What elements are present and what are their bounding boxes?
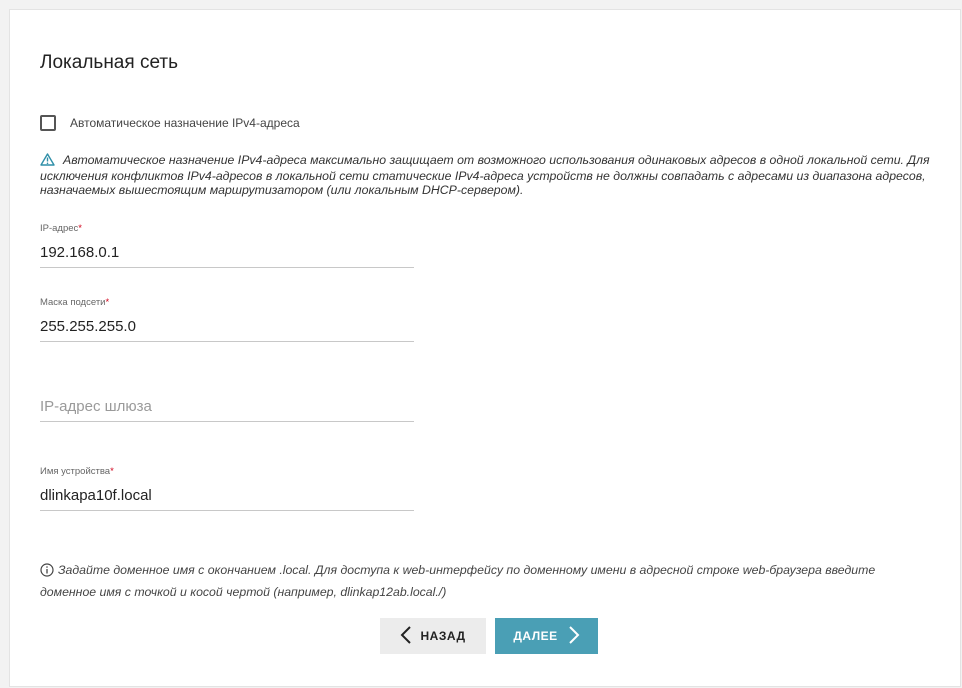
ip-address-field: IP-адрес*	[40, 223, 414, 268]
auto-ipv4-label: Автоматическое назначение IPv4-адреса	[70, 116, 300, 130]
next-button[interactable]: ДАЛЕЕ	[495, 618, 598, 654]
device-name-input[interactable]	[40, 480, 414, 510]
ip-address-input[interactable]	[40, 237, 414, 267]
back-button-label: НАЗАД	[420, 629, 466, 643]
info-message: Задайте доменное имя с окончанием .local…	[40, 561, 920, 602]
subnet-mask-field: Маска подсети*	[40, 297, 414, 342]
gateway-field	[40, 391, 414, 422]
warning-text: Автоматическое назначение IPv4-адреса ма…	[40, 153, 930, 197]
ip-address-label: IP-адрес*	[40, 223, 82, 234]
page-title: Локальная сеть	[40, 52, 178, 73]
auto-ipv4-checkbox-row[interactable]: Автоматическое назначение IPv4-адреса	[40, 115, 300, 131]
auto-ipv4-checkbox[interactable]	[40, 115, 56, 131]
warning-triangle-icon	[40, 153, 55, 169]
chevron-right-icon	[568, 625, 580, 648]
gateway-input[interactable]	[40, 391, 414, 421]
chevron-left-icon	[400, 625, 412, 648]
back-button[interactable]: НАЗАД	[380, 618, 486, 654]
settings-card: Локальная сеть Автоматическое назначение…	[9, 9, 961, 687]
subnet-mask-input[interactable]	[40, 311, 414, 341]
warning-message: Автоматическое назначение IPv4-адреса ма…	[40, 153, 945, 197]
next-button-label: ДАЛЕЕ	[513, 629, 558, 643]
info-text: Задайте доменное имя с окончанием .local…	[40, 563, 876, 599]
page: Локальная сеть Автоматическое назначение…	[0, 0, 962, 688]
info-circle-icon	[40, 563, 54, 583]
subnet-mask-label: Маска подсети*	[40, 297, 110, 308]
device-name-field: Имя устройства*	[40, 466, 414, 511]
device-name-label: Имя устройства*	[40, 466, 114, 477]
